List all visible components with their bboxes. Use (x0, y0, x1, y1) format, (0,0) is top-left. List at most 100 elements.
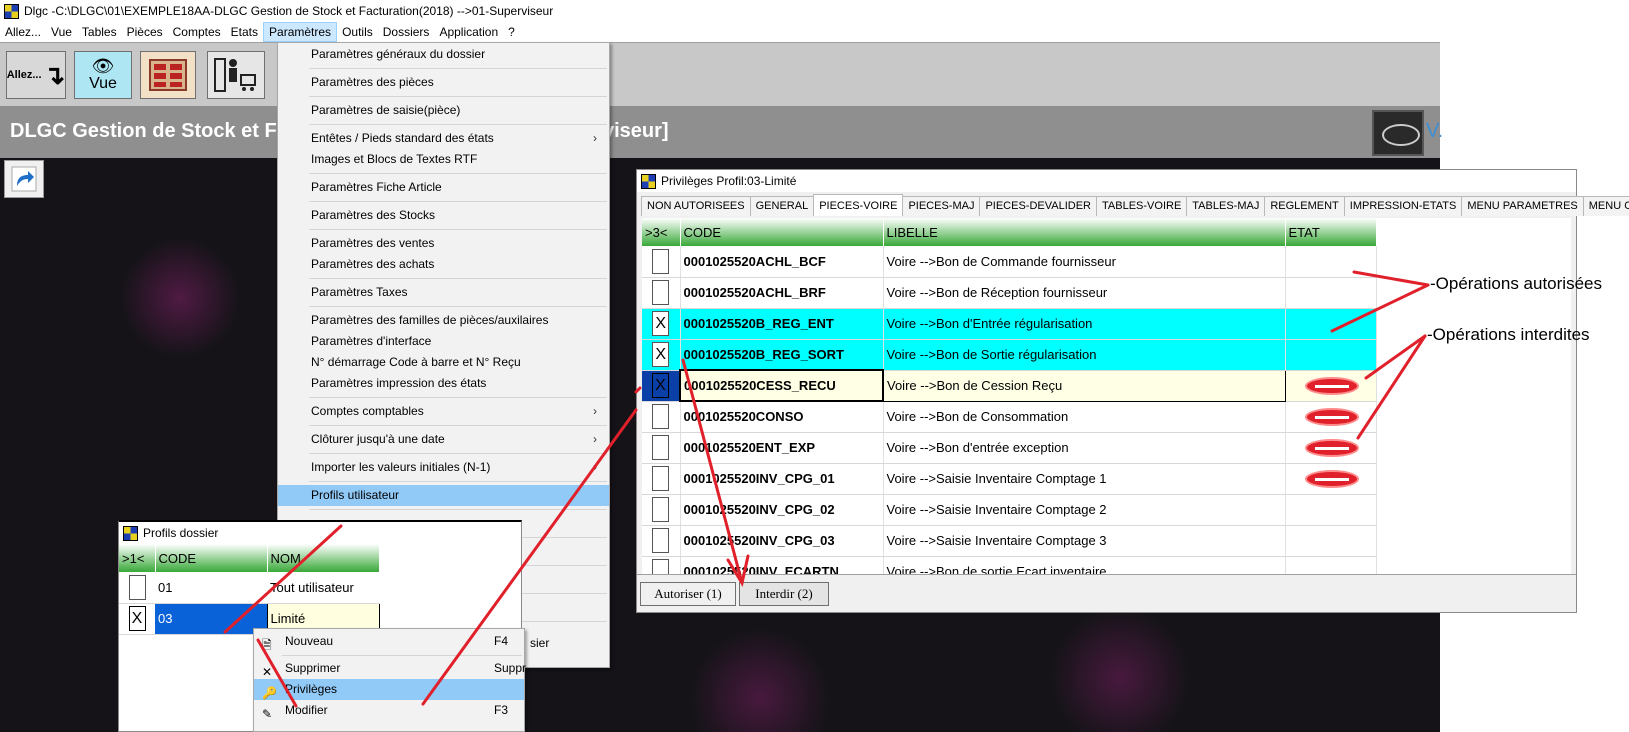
dd-ventes[interactable]: Paramètres des ventes (278, 233, 609, 254)
row-checkbox-cell[interactable] (642, 463, 681, 495)
privileges-footer: Autoriser (1) Interdir (2) (637, 574, 1576, 612)
row-checkbox-cell[interactable] (642, 556, 681, 574)
ctx-modifier[interactable]: ✎ Modifier F3 (254, 700, 524, 721)
tab-non-autorisees[interactable]: NON AUTORISEES (641, 196, 751, 216)
row-checkbox[interactable] (652, 559, 670, 574)
tab-menu-parametres[interactable]: MENU PARAMETRES (1461, 196, 1584, 216)
row-checkbox[interactable] (652, 528, 670, 553)
row-checkbox[interactable] (652, 497, 670, 522)
tab-menu-outils[interactable]: MENU OUTILS (1582, 196, 1629, 216)
tab-pieces-voire[interactable]: PIECES-VOIRE (813, 194, 904, 216)
tab-tables-voire[interactable]: TABLES-VOIRE (1096, 196, 1188, 216)
interdir-button[interactable]: Interdir (2) (739, 582, 829, 606)
header-nom[interactable]: NOM (267, 544, 380, 572)
row-checkbox-cell[interactable] (642, 494, 681, 526)
tab-pieces-maj[interactable]: PIECES-MAJ (902, 196, 981, 216)
dd-parametres-pieces[interactable]: Paramètres des pièces (278, 72, 609, 93)
table-row[interactable]: 0001025520ACHL_BRF Voire -->Bon de Récep… (642, 277, 1377, 309)
row-checkbox[interactable] (652, 435, 670, 460)
row-checkbox[interactable] (652, 280, 670, 305)
dd-parametres-saisie[interactable]: Paramètres de saisie(pièce) (278, 100, 609, 121)
dd-parametres-generaux[interactable]: Paramètres généraux du dossier (278, 44, 609, 65)
row-checkbox-cell[interactable]: X (642, 339, 681, 371)
dd-comptes-comptables[interactable]: Comptes comptables › (278, 401, 609, 422)
dd-interface[interactable]: Paramètres d'interface (278, 331, 609, 352)
table-row[interactable]: 0001025520ACHL_BCF Voire -->Bon de Comma… (642, 246, 1377, 278)
header-count[interactable]: >1< (119, 544, 156, 572)
dd-stocks[interactable]: Paramètres des Stocks (278, 205, 609, 226)
menu-allez[interactable]: Allez... (0, 22, 46, 42)
menu-comptes[interactable]: Comptes (168, 22, 226, 42)
dd-code-barre[interactable]: N° démarrage Code à barre et N° Reçu (278, 352, 609, 373)
table-row[interactable]: 0001025520INV_CPG_03 Voire -->Saisie Inv… (642, 525, 1377, 557)
menu-tables[interactable]: Tables (77, 22, 122, 42)
tab-impression-etats[interactable]: IMPRESSION-ETATS (1343, 196, 1463, 216)
row-checkbox[interactable] (652, 466, 670, 491)
tab-tables-maj[interactable]: TABLES-MAJ (1186, 196, 1266, 216)
menu-help[interactable]: ? (503, 22, 520, 42)
row-checkbox-cell[interactable] (642, 277, 681, 309)
header-count[interactable]: >3< (642, 218, 681, 246)
row-checkbox-cell[interactable]: X (119, 603, 155, 635)
menu-etats[interactable]: Etats (226, 22, 263, 42)
allez-button[interactable]: Allez... ↴ (6, 51, 66, 99)
dd-taxes[interactable]: Paramètres Taxes (278, 282, 609, 303)
row-checkbox-cell[interactable] (642, 432, 681, 464)
header-etat[interactable]: ETAT (1285, 218, 1377, 246)
row-checkbox[interactable]: X (652, 373, 669, 398)
ctx-nouveau[interactable]: 🗎 Nouveau F4 (254, 631, 524, 652)
menu-parametres[interactable]: Paramètres (263, 22, 338, 42)
row-checkbox[interactable] (128, 574, 146, 600)
dd-separator (309, 397, 607, 398)
row-checkbox[interactable]: X (652, 311, 670, 336)
menu-application[interactable]: Application (434, 22, 503, 42)
row-checkbox-cell[interactable] (119, 572, 155, 604)
row-checkbox-cell[interactable] (642, 525, 681, 557)
table-row[interactable]: 0001025520INV_ECARTN Voire -->Bon de sor… (642, 556, 1377, 574)
vue-button[interactable]: 👁 Vue (74, 51, 132, 99)
autoriser-button[interactable]: Autoriser (1) (640, 582, 736, 606)
row-checkbox[interactable] (652, 248, 670, 274)
row-checkbox-cell[interactable]: X (642, 370, 681, 402)
header-code[interactable]: CODE (680, 218, 884, 246)
dd-fiche-article[interactable]: Paramètres Fiche Article (278, 177, 609, 198)
row-checkbox[interactable]: X (128, 606, 146, 631)
menu-dossiers[interactable]: Dossiers (378, 22, 435, 42)
user-cart-button[interactable] (207, 51, 265, 99)
header-code[interactable]: CODE (155, 544, 268, 572)
header-libelle[interactable]: LIBELLE (883, 218, 1286, 246)
ctx-supprimer[interactable]: ✕ Supprimer Suppr (254, 658, 526, 679)
edit-icon: ✎ (262, 707, 273, 721)
table-row[interactable]: 0001025520CONSO Voire -->Bon de Consomma… (642, 401, 1377, 433)
row-checkbox[interactable] (652, 404, 670, 429)
row-checkbox[interactable]: X (652, 342, 670, 367)
tab-pieces-devalider[interactable]: PIECES-DEVALIDER (979, 196, 1098, 216)
table-row-selected[interactable]: X 0001025520CESS_RECU Voire -->Bon de Ce… (642, 369, 1377, 402)
menu-vue[interactable]: Vue (46, 22, 77, 42)
dd-profils-utilisateur[interactable]: Profils utilisateur (278, 485, 609, 506)
ctx-privileges[interactable]: 🔑 Privilèges (254, 679, 524, 700)
row-checkbox-cell[interactable] (642, 246, 681, 278)
dd-familles[interactable]: Paramètres des familles de pièces/auxila… (278, 310, 609, 331)
tab-reglement[interactable]: REGLEMENT (1264, 196, 1345, 216)
table-row[interactable]: 0001025520INV_CPG_01 Voire -->Saisie Inv… (642, 463, 1377, 495)
menu-outils[interactable]: Outils (337, 22, 378, 42)
row-etat (1285, 370, 1377, 402)
row-checkbox-cell[interactable] (642, 401, 681, 433)
menu-pieces[interactable]: Pièces (122, 22, 168, 42)
dd-importer[interactable]: Importer les valeurs initiales (N-1) › (278, 457, 609, 478)
dd-achats[interactable]: Paramètres des achats (278, 254, 609, 275)
dd-images-rtf[interactable]: Images et Blocs de Textes RTF (278, 149, 609, 170)
dd-impression-etats[interactable]: Paramètres impression des états (278, 373, 609, 394)
shortcut-button[interactable] (4, 160, 44, 198)
dd-entetes-pieds[interactable]: Entêtes / Pieds standard des états › (278, 128, 609, 149)
table-row[interactable]: X 0001025520B_REG_ENT Voire -->Bon d'Ent… (642, 308, 1377, 340)
table-row[interactable]: X 0001025520B_REG_SORT Voire -->Bon de S… (642, 339, 1377, 371)
dd-cloturer[interactable]: Clôturer jusqu'à une date › (278, 429, 609, 450)
grid-tables-button[interactable] (140, 51, 196, 99)
tab-general[interactable]: GENERAL (749, 196, 815, 216)
table-row[interactable]: 0001025520INV_CPG_02 Voire -->Saisie Inv… (642, 494, 1377, 526)
table-row[interactable]: 01 Tout utilisateur (119, 572, 379, 604)
table-row[interactable]: 0001025520ENT_EXP Voire -->Bon d'entrée … (642, 432, 1377, 464)
row-checkbox-cell[interactable]: X (642, 308, 681, 340)
